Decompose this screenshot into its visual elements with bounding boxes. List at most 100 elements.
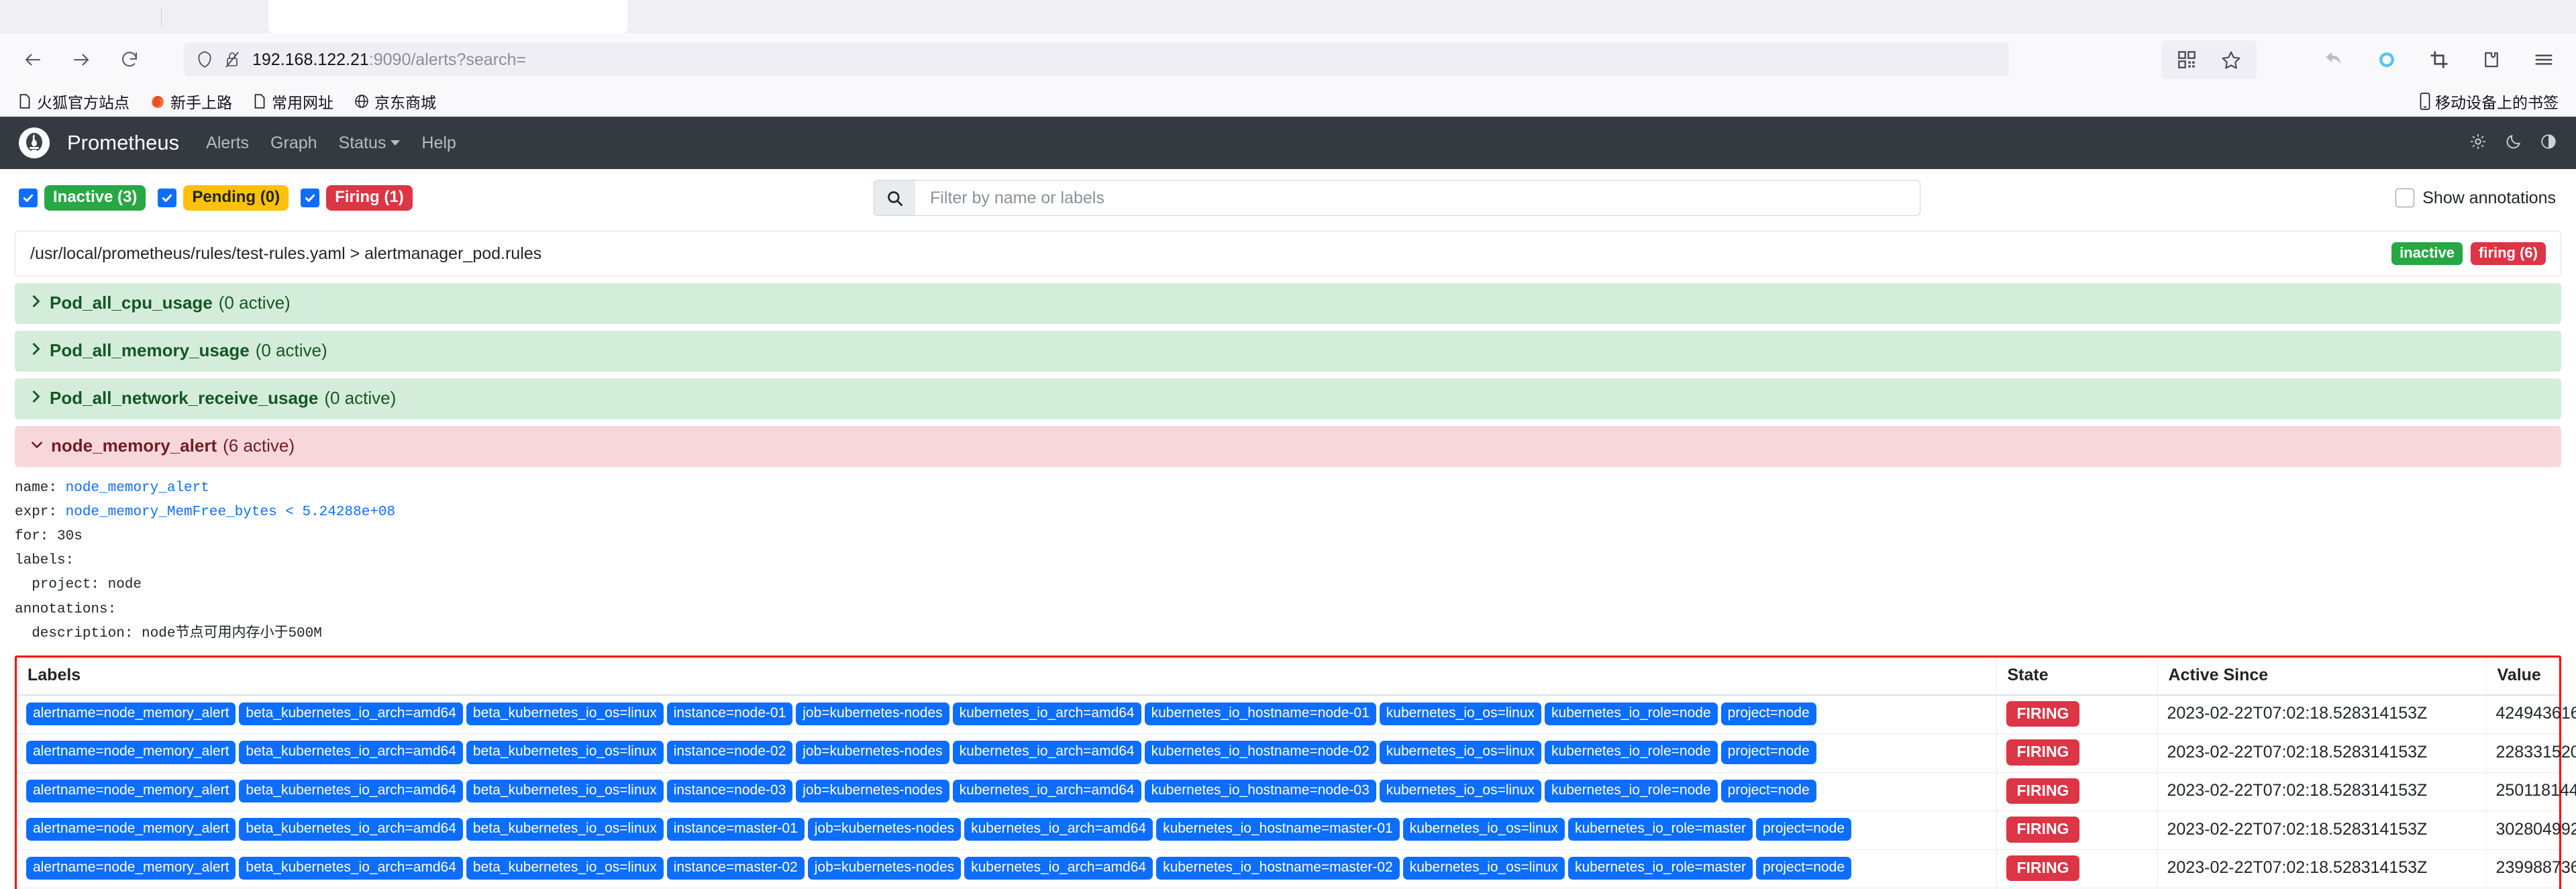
menu-icon[interactable] (2529, 45, 2559, 74)
filter-pill-inactive[interactable]: Inactive (3) (44, 185, 146, 211)
label-badge[interactable]: kubernetes_io_arch=amd64 (952, 702, 1141, 726)
label-badge[interactable]: kubernetes_io_hostname=node-03 (1144, 779, 1376, 802)
label-badge[interactable]: kubernetes_io_arch=amd64 (952, 741, 1141, 764)
label-badge[interactable]: beta_kubernetes_io_arch=amd64 (239, 818, 463, 841)
nav-link-help[interactable]: Help (421, 134, 456, 153)
cell-labels: alertname=node_memory_alertbeta_kubernet… (17, 772, 1997, 811)
label-badge[interactable]: kubernetes_io_hostname=node-02 (1144, 741, 1376, 764)
label-badge[interactable]: alertname=node_memory_alert (26, 702, 236, 726)
label-badge[interactable]: alertname=node_memory_alert (26, 779, 236, 802)
alert-group-pod-all-cpu-usage[interactable]: Pod_all_cpu_usage (0 active) (15, 283, 2561, 324)
rule-file-header[interactable]: /usr/local/prometheus/rules/test-rules.y… (15, 231, 2561, 276)
page-icon (17, 93, 32, 109)
column-header-state[interactable]: State (1996, 657, 2158, 696)
address-bar[interactable]: 192.168.122.21:9090/alerts?search= (184, 43, 2009, 76)
nav-link-status[interactable]: Status (339, 134, 401, 153)
nav-link-alerts[interactable]: Alerts (206, 134, 249, 153)
label-badge[interactable]: beta_kubernetes_io_arch=amd64 (239, 779, 463, 802)
bookmark-item-3[interactable]: 京东商城 (354, 90, 436, 113)
label-badge[interactable]: kubernetes_io_arch=amd64 (964, 856, 1153, 880)
show-annotations-control[interactable]: Show annotations (2395, 189, 2556, 208)
label-badge[interactable]: beta_kubernetes_io_arch=amd64 (239, 856, 463, 880)
qr-icon[interactable] (2172, 45, 2202, 74)
label-badge[interactable]: kubernetes_io_role=node (1545, 741, 1718, 764)
filter-pill-pending[interactable]: Pending (0) (183, 185, 289, 211)
circle-icon[interactable] (2372, 45, 2402, 74)
label-badge[interactable]: beta_kubernetes_io_os=linux (466, 856, 664, 880)
crop-icon[interactable] (2424, 45, 2454, 74)
label-badge[interactable]: kubernetes_io_hostname=master-01 (1156, 818, 1400, 841)
label-badge[interactable]: project=node (1720, 702, 1816, 726)
label-badge[interactable]: kubernetes_io_role=node (1545, 702, 1718, 726)
mobile-bookmarks-item[interactable]: 移动设备上的书签 (2419, 90, 2559, 113)
label-badge[interactable]: instance=master-01 (666, 818, 805, 841)
bookmark-item-0[interactable]: 火狐官方站点 (17, 90, 130, 113)
prometheus-logo-icon[interactable] (19, 127, 50, 158)
alert-group-pod-all-memory-usage[interactable]: Pod_all_memory_usage (0 active) (15, 331, 2561, 372)
label-badge[interactable]: beta_kubernetes_io_arch=amd64 (239, 702, 463, 726)
label-badge[interactable]: job=kubernetes-nodes (807, 856, 962, 880)
checkbox-pending[interactable] (158, 189, 177, 207)
column-header-labels[interactable]: Labels (17, 657, 1997, 696)
active-browser-tab[interactable] (268, 0, 627, 34)
label-badge[interactable]: kubernetes_io_hostname=master-02 (1156, 856, 1400, 880)
label-badge[interactable]: beta_kubernetes_io_os=linux (466, 818, 664, 841)
column-header-active-since[interactable]: Active Since (2157, 657, 2487, 696)
label-badge[interactable]: kubernetes_io_os=linux (1379, 702, 1542, 726)
label-badge[interactable]: kubernetes_io_os=linux (1402, 856, 1565, 880)
alert-group-name: Pod_all_network_receive_usage (50, 388, 319, 408)
forward-arrow-icon[interactable] (66, 44, 97, 75)
search-input[interactable] (915, 180, 1920, 216)
label-badge[interactable]: kubernetes_io_os=linux (1379, 741, 1542, 764)
alert-group-node-memory-alert[interactable]: node_memory_alert (6 active) (15, 426, 2561, 467)
alert-group-pod-all-network-receive-usage[interactable]: Pod_all_network_receive_usage (0 active) (15, 378, 2561, 419)
bookmark-item-2[interactable]: 常用网址 (252, 90, 333, 113)
label-badge[interactable]: project=node (1720, 779, 1816, 802)
reload-icon[interactable] (114, 44, 145, 75)
label-badge[interactable]: alertname=node_memory_alert (26, 741, 236, 764)
alert-group-name: Pod_all_memory_usage (50, 340, 250, 360)
label-badge[interactable]: kubernetes_io_os=linux (1379, 779, 1542, 802)
label-badge[interactable]: alertname=node_memory_alert (26, 856, 236, 880)
label-badge[interactable]: beta_kubernetes_io_os=linux (466, 779, 664, 802)
label-badge[interactable]: project=node (1756, 856, 1852, 880)
gear-icon[interactable] (2469, 132, 2487, 154)
label-badge[interactable]: beta_kubernetes_io_os=linux (466, 741, 664, 764)
star-icon[interactable] (2216, 45, 2246, 74)
label-badge[interactable]: instance=node-01 (666, 702, 793, 726)
contrast-icon[interactable] (2540, 133, 2557, 154)
column-header-value[interactable]: Value (2486, 657, 2559, 696)
label-badge[interactable]: kubernetes_io_role=master (1567, 856, 1753, 880)
label-badge[interactable]: project=node (1756, 818, 1852, 841)
back-arrow-icon[interactable] (17, 44, 48, 75)
undo-icon[interactable] (2320, 45, 2349, 74)
prometheus-brand[interactable]: Prometheus (67, 131, 179, 155)
label-badge[interactable]: job=kubernetes-nodes (796, 779, 949, 802)
label-badge[interactable]: kubernetes_io_os=linux (1402, 818, 1565, 841)
label-badge[interactable]: kubernetes_io_arch=amd64 (952, 779, 1141, 802)
label-badge[interactable]: job=kubernetes-nodes (796, 702, 949, 726)
label-badge[interactable]: kubernetes_io_role=node (1545, 779, 1718, 802)
label-badge[interactable]: kubernetes_io_role=master (1567, 818, 1753, 841)
checkbox-inactive[interactable] (19, 189, 38, 207)
label-badge[interactable]: kubernetes_io_arch=amd64 (964, 818, 1153, 841)
label-badge[interactable]: beta_kubernetes_io_os=linux (466, 702, 664, 726)
bookmark-item-1[interactable]: 新手上路 (150, 90, 232, 113)
label-badge[interactable]: beta_kubernetes_io_arch=amd64 (239, 741, 463, 764)
label-badge[interactable]: kubernetes_io_hostname=node-01 (1144, 702, 1376, 726)
nav-link-graph[interactable]: Graph (270, 134, 317, 153)
moon-icon[interactable] (2505, 133, 2522, 154)
label-badge[interactable]: job=kubernetes-nodes (796, 741, 949, 764)
label-badge[interactable]: alertname=node_memory_alert (26, 818, 236, 841)
label-badge[interactable]: instance=node-03 (666, 779, 793, 802)
label-badge[interactable]: instance=node-02 (666, 741, 793, 764)
checkbox-show-annotations[interactable] (2395, 189, 2415, 207)
filter-pill-firing[interactable]: Firing (1) (326, 185, 413, 211)
label-badge[interactable]: instance=master-02 (666, 856, 805, 880)
label-badge[interactable]: project=node (1720, 741, 1816, 764)
extension-icon[interactable] (2477, 45, 2506, 74)
label-badge[interactable]: job=kubernetes-nodes (807, 818, 962, 841)
alert-group-name: node_memory_alert (51, 435, 217, 456)
checkbox-firing[interactable] (301, 189, 320, 207)
cell-value: 228331520 (2486, 733, 2576, 773)
